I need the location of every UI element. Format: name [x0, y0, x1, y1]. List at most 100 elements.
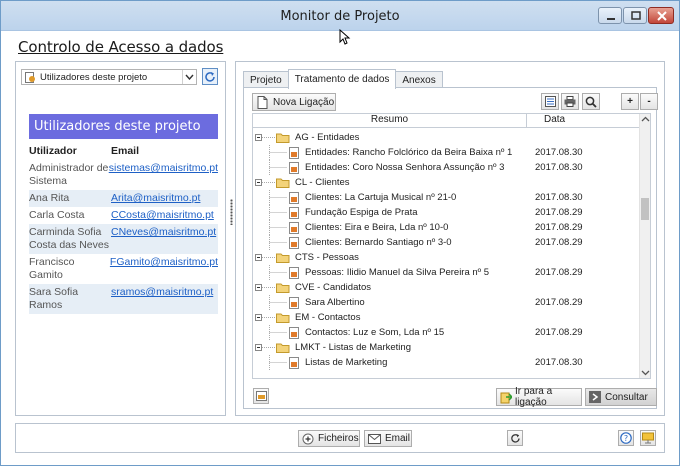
users-filter-select[interactable]: Utilizadores deste projeto	[21, 69, 197, 85]
links-tree: Resumo Data AG - Entidades Entidades: Ran…	[252, 113, 651, 379]
tree-group-label: CVE - Candidatos	[295, 282, 372, 293]
user-row: Francisco Gamito FGamito@maisritmo.pt	[29, 254, 218, 284]
tree-group-row[interactable]: EM - Contactos	[253, 310, 640, 325]
tree-collapse-icon[interactable]	[254, 280, 276, 295]
tree-leaf-row[interactable]: Pessoas: Ilidio Manuel da Silva Pereira …	[253, 265, 640, 280]
tree-group-row[interactable]: CVE - Candidatos	[253, 280, 640, 295]
tree-leaf-row[interactable]: Clientes: Bernardo Santiago nº 3-0 2017.0…	[253, 235, 640, 250]
tree-connector	[269, 235, 287, 250]
folder-icon	[276, 283, 290, 293]
tree-connector	[269, 325, 287, 340]
tree-group-row[interactable]: AG - Entidades	[253, 130, 640, 145]
new-link-label: Nova Ligação	[273, 96, 335, 108]
expand-all-button[interactable]: +	[621, 93, 639, 110]
tab-anexos[interactable]: Anexos	[395, 71, 443, 88]
tree-leaf-row[interactable]: Fundação Espiga de Prata 2017.08.29	[253, 205, 640, 220]
maximize-icon	[631, 11, 641, 20]
tree-leaf-row[interactable]: Sara Albertino 2017.08.29	[253, 295, 640, 310]
tree-leaf-date: 2017.08.29	[535, 207, 583, 218]
document-icon	[289, 266, 299, 279]
chevron-down-icon[interactable]	[182, 70, 196, 84]
maximize-button[interactable]	[623, 7, 647, 24]
user-email-link[interactable]: CCosta@maisritmo.pt	[111, 209, 218, 222]
refresh-button[interactable]	[507, 430, 523, 446]
tree-leaf-row[interactable]: Contactos: Luz e Som, Lda nº 15 2017.08.2…	[253, 325, 640, 340]
column-header-data[interactable]: Data	[527, 114, 640, 127]
tree-group-row[interactable]: LMKT - Listas de Marketing	[253, 340, 640, 355]
tree-collapse-icon[interactable]	[254, 250, 276, 265]
tree-leaf-label: Entidades: Coro Nossa Senhora Assunção n…	[305, 162, 505, 173]
users-table: Utilizador Email Administrador de Sistem…	[29, 142, 218, 314]
tab-tratamento-de-dados[interactable]: Tratamento de dados	[287, 69, 397, 89]
go-to-link-button[interactable]: Ir para a ligação	[496, 386, 582, 408]
user-email-link[interactable]: Arita@maisritmo.pt	[111, 192, 218, 205]
export-icon	[255, 391, 267, 401]
users-table-header: Utilizador Email	[29, 142, 218, 160]
user-email-link[interactable]: sistemas@maisritmo.pt	[109, 162, 218, 175]
tree-group-row[interactable]: CTS - Pessoas	[253, 250, 640, 265]
presentation-button[interactable]	[640, 430, 656, 446]
window-title: Monitor de Projeto	[280, 9, 400, 24]
column-header-resumo[interactable]: Resumo	[253, 114, 527, 127]
help-icon: ?	[620, 432, 632, 444]
tree-collapse-icon[interactable]	[254, 175, 276, 190]
new-link-button[interactable]: Nova Ligação	[252, 93, 336, 111]
consult-button[interactable]: Consultar	[585, 388, 657, 406]
minimize-button[interactable]	[598, 7, 622, 24]
tree-leaf-row[interactable]: Entidades: Coro Nossa Senhora Assunção n…	[253, 160, 640, 175]
files-button[interactable]: Ficheiros	[298, 430, 360, 447]
list-view-button[interactable]	[541, 93, 559, 110]
tree-connector	[269, 220, 287, 235]
tree-collapse-icon[interactable]	[254, 340, 276, 355]
print-button[interactable]	[561, 93, 579, 110]
user-name: Sara Sofia Ramos	[29, 286, 79, 311]
search-button[interactable]	[582, 93, 600, 110]
tree-leaf-label: Sara Albertino	[305, 297, 365, 308]
tree-leaf-label: Entidades: Rancho Folclórico da Beira Ba…	[305, 147, 513, 158]
scrollbar-thumb[interactable]	[641, 198, 649, 220]
go-to-link-icon	[500, 392, 512, 403]
export-button[interactable]	[253, 388, 269, 404]
document-icon	[289, 326, 299, 339]
scroll-down-icon	[641, 370, 650, 376]
close-icon	[657, 11, 667, 21]
tree-collapse-icon[interactable]	[254, 130, 276, 145]
tree-leaf-row[interactable]: Clientes: La Cartuja Musical nº 21-0 2017…	[253, 190, 640, 205]
tree-leaf-row[interactable]: Listas de Marketing 2017.08.30	[253, 355, 640, 370]
refresh-users-button[interactable]	[202, 68, 218, 85]
folder-icon	[276, 343, 290, 353]
tree-leaf-label: Clientes: Eira e Beira, Lda nº 10-0	[305, 222, 449, 233]
tree-leaf-row[interactable]: Clientes: Eira e Beira, Lda nº 10-0 2017.…	[253, 220, 640, 235]
tree-group-label: LMKT - Listas de Marketing	[295, 342, 411, 353]
tree-leaf-row[interactable]: Entidades: Rancho Folclórico da Beira Ba…	[253, 145, 640, 160]
tree-collapse-icon[interactable]	[254, 310, 276, 325]
bottom-toolbar: Ficheiros Email ?	[15, 423, 665, 453]
help-button[interactable]: ?	[618, 430, 634, 446]
select-value: Utilizadores deste projeto	[40, 71, 148, 83]
tree-scrollbar[interactable]	[639, 114, 650, 378]
refresh-icon	[510, 433, 520, 443]
tree-connector	[269, 190, 287, 205]
title-bar: Monitor de Projeto	[1, 1, 679, 31]
email-button[interactable]: Email	[364, 430, 412, 447]
tree-group-row[interactable]: CL - Clientes	[253, 175, 640, 190]
folder-icon	[276, 178, 290, 188]
document-icon	[289, 161, 299, 174]
users-panel: Utilizadores deste projeto Utilizadores …	[15, 61, 226, 416]
users-section-header: Utilizadores deste projeto	[29, 114, 218, 139]
tab-projeto[interactable]: Projeto	[243, 71, 289, 88]
tree-leaf-date: 2017.08.29	[535, 222, 583, 233]
column-header-user: Utilizador	[29, 144, 77, 157]
panel-splitter[interactable]	[230, 199, 233, 225]
folder-icon	[276, 253, 290, 263]
search-icon	[585, 96, 597, 108]
tree-group-label: EM - Contactos	[295, 312, 361, 323]
user-email-link[interactable]: sramos@maisritmo.pt	[111, 286, 218, 299]
collapse-all-button[interactable]: -	[640, 93, 658, 110]
tree-group-label: CTS - Pessoas	[295, 252, 359, 263]
close-button[interactable]	[648, 7, 674, 24]
document-icon	[289, 356, 299, 369]
files-icon	[302, 433, 314, 444]
user-email-link[interactable]: CNeves@maisritmo.pt	[111, 226, 218, 239]
user-email-link[interactable]: FGamito@maisritmo.pt	[110, 256, 218, 269]
